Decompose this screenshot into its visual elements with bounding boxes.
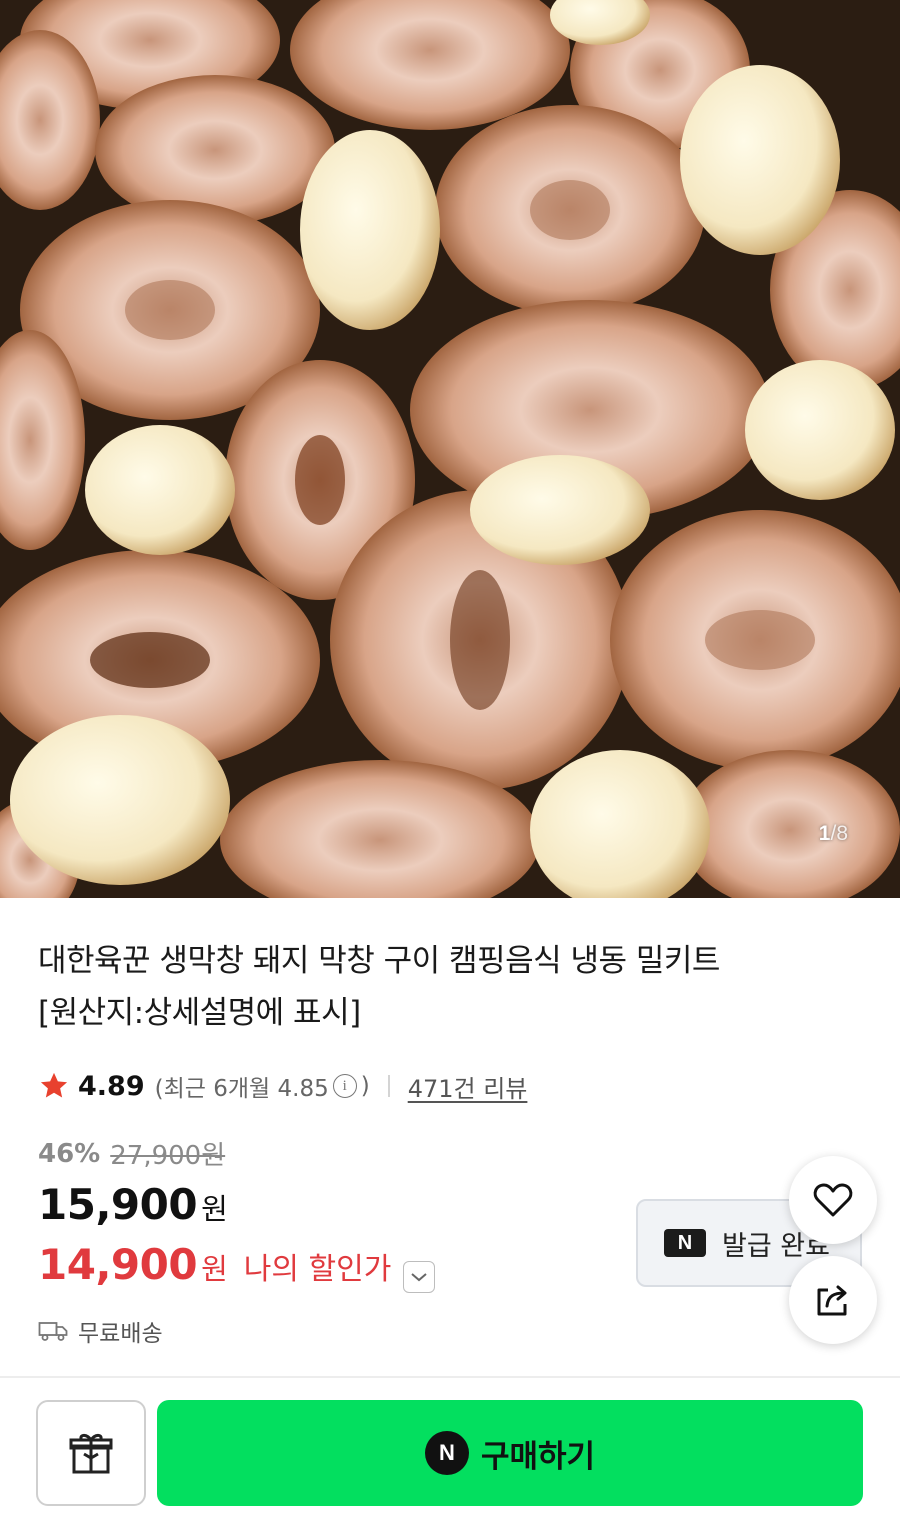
my-price-label: 나의 할인가 xyxy=(243,1252,392,1287)
bottom-divider xyxy=(0,1376,900,1378)
image-counter: 1/8 xyxy=(819,822,848,846)
share-button[interactable] xyxy=(789,1256,877,1344)
rating-recent-close: ) xyxy=(360,1073,370,1099)
buy-label: 구매하기 xyxy=(480,1438,596,1475)
sale-price-value: 15,900 xyxy=(38,1180,198,1229)
sale-price-currency: 원 xyxy=(201,1192,228,1226)
star-icon xyxy=(40,1072,68,1098)
image-counter-total: 8 xyxy=(836,822,848,845)
product-photo xyxy=(0,0,900,898)
share-icon xyxy=(817,1285,847,1316)
my-price-value: 14,900 xyxy=(38,1240,198,1289)
image-counter-current: 1 xyxy=(818,822,831,845)
chevron-down-icon[interactable] xyxy=(403,1261,436,1293)
rating-score: 4.89 xyxy=(78,1070,145,1102)
shipping-info: 무료배송 xyxy=(38,1314,163,1348)
buy-button[interactable]: N 구매하기 xyxy=(157,1400,863,1506)
naver-badge: N xyxy=(664,1229,706,1257)
my-price-currency: 원 xyxy=(201,1252,228,1286)
rating-recent-text: (최근 6개월 4.85 xyxy=(154,1076,329,1102)
gift-button[interactable] xyxy=(36,1400,146,1506)
divider xyxy=(387,1075,390,1097)
heart-icon xyxy=(813,1183,853,1217)
discount-percent: 46% xyxy=(38,1138,101,1169)
sale-price: 15,900 원 xyxy=(38,1180,228,1229)
review-count-link[interactable]: 471건 리뷰 xyxy=(408,1069,528,1104)
product-title-line2: [원산지:상세설명에 표시] xyxy=(38,995,361,1031)
product-image[interactable]: 1/8 xyxy=(0,0,900,898)
rating-row: 4.89 (최근 6개월 4.85 i ) 471건 리뷰 xyxy=(38,1066,527,1106)
rating-recent: (최근 6개월 4.85 i ) xyxy=(155,1069,370,1103)
discount-row: 46% 27,900원 xyxy=(38,1135,225,1172)
product-title: 대한육꾼 생막창 돼지 막창 구이 캠핑음식 냉동 밀키트 [원산지:상세설명에… xyxy=(38,935,828,1039)
naver-pay-badge: N xyxy=(424,1431,469,1475)
info-icon[interactable]: i xyxy=(332,1074,357,1098)
shipping-label: 무료배송 xyxy=(78,1321,163,1347)
truck-icon xyxy=(38,1322,68,1341)
my-discount-price[interactable]: 14,900 원 나의 할인가 xyxy=(38,1240,436,1293)
gift-icon xyxy=(69,1433,113,1474)
like-button[interactable] xyxy=(789,1156,877,1244)
original-price: 27,900원 xyxy=(110,1141,226,1171)
product-title-line1: 대한육꾼 생막창 돼지 막창 구이 캠핑음식 냉동 밀키트 xyxy=(38,943,720,979)
